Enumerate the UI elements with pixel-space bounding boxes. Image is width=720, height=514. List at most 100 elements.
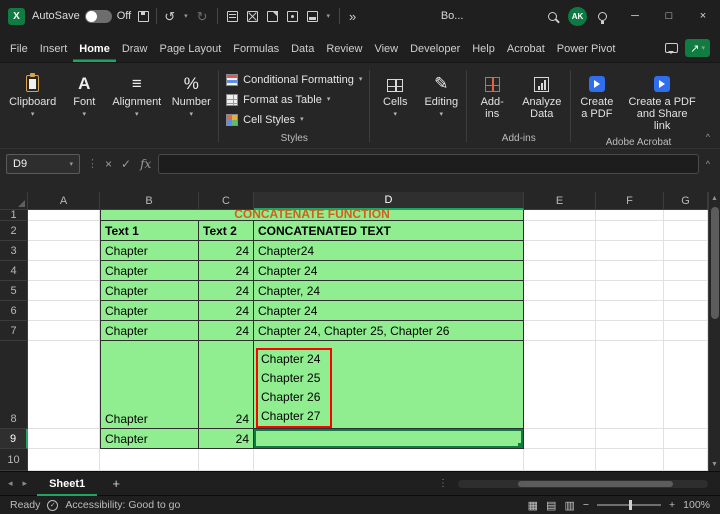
row-header-7[interactable]: 7 — [0, 321, 28, 341]
vertical-scroll-thumb[interactable] — [711, 207, 719, 319]
cell-G8[interactable] — [664, 341, 708, 429]
cell-F4[interactable] — [596, 261, 664, 281]
next-sheet-icon[interactable]: ▸ — [23, 478, 28, 489]
editing-group-button[interactable]: ✎ Editing ▾ — [418, 64, 464, 148]
cell-D10[interactable] — [254, 449, 524, 471]
scroll-down-icon[interactable]: ▼ — [711, 458, 718, 471]
name-box[interactable]: D9 ▾ — [6, 154, 80, 174]
cell-D9-selected[interactable] — [254, 429, 524, 449]
cell-G10[interactable] — [664, 449, 708, 471]
cell-F9[interactable] — [596, 429, 664, 449]
cells-group-button[interactable]: Cells ▾ — [372, 64, 418, 148]
cell-D8[interactable]: Chapter 24 Chapter 25 Chapter 26 Chapter… — [254, 341, 524, 429]
cell-A3[interactable] — [28, 241, 100, 261]
column-header-d[interactable]: D — [254, 192, 524, 210]
save-icon[interactable] — [138, 11, 149, 22]
cell-B8[interactable]: Chapter — [100, 341, 199, 429]
cell-A7[interactable] — [28, 321, 100, 341]
cell-B10[interactable] — [100, 449, 199, 471]
row-header-2[interactable]: 2 — [0, 221, 28, 241]
row-header-10[interactable]: 10 — [0, 449, 28, 471]
cut-icon[interactable] — [247, 11, 258, 22]
cell-A2[interactable] — [28, 221, 100, 241]
comments-icon[interactable] — [665, 43, 678, 53]
cell-F3[interactable] — [596, 241, 664, 261]
cell-G3[interactable] — [664, 241, 708, 261]
cell-E8[interactable] — [524, 341, 596, 429]
row-header-3[interactable]: 3 — [0, 241, 28, 261]
autosave-toggle[interactable]: AutoSave Off — [32, 10, 131, 23]
insert-function-icon[interactable]: fx — [140, 157, 151, 171]
cell-F8[interactable] — [596, 341, 664, 429]
create-pdf-share-button[interactable]: Create a PDF and Share link — [620, 70, 703, 134]
cell-A9[interactable] — [28, 429, 100, 449]
cell-E3[interactable] — [524, 241, 596, 261]
row-header-8[interactable]: 8 — [0, 341, 28, 429]
print-icon[interactable] — [307, 11, 318, 22]
row-header-1[interactable]: 1 — [0, 210, 28, 221]
select-all-button[interactable] — [0, 192, 28, 210]
number-group-button[interactable]: % Number ▾ — [166, 64, 216, 148]
analyze-data-button[interactable]: Analyze Data — [515, 70, 568, 122]
conditional-formatting-button[interactable]: Conditional Formatting ▾ — [221, 70, 367, 89]
cell-B5[interactable]: Chapter — [100, 281, 199, 301]
cell-D4[interactable]: Chapter 24 — [254, 261, 524, 281]
clipboard-group-button[interactable]: Clipboard ▾ — [4, 64, 61, 148]
cell-C7[interactable]: 24 — [199, 321, 254, 341]
vertical-scrollbar[interactable]: ▲ ▼ — [708, 192, 720, 471]
cell-E10[interactable] — [524, 449, 596, 471]
zoom-out-button[interactable]: − — [583, 499, 589, 511]
cell-E4[interactable] — [524, 261, 596, 281]
zoom-slider[interactable] — [597, 504, 661, 506]
column-header-a[interactable]: A — [28, 192, 100, 210]
cell-B9[interactable]: Chapter — [100, 429, 199, 449]
cell-G5[interactable] — [664, 281, 708, 301]
minimize-button[interactable]: ─ — [618, 0, 652, 32]
cancel-icon[interactable]: × — [105, 157, 112, 171]
zoom-slider-thumb[interactable] — [629, 500, 632, 510]
collapse-ribbon-icon[interactable]: ^ — [704, 132, 718, 148]
cell-F1[interactable] — [596, 210, 664, 221]
toolbar-overflow-icon[interactable]: » — [349, 10, 356, 23]
cell-E6[interactable] — [524, 301, 596, 321]
cell-A5[interactable] — [28, 281, 100, 301]
add-sheet-button[interactable]: + — [107, 476, 125, 491]
alignment-group-button[interactable]: ≡ Alignment ▾ — [107, 64, 166, 148]
tab-help[interactable]: Help — [466, 36, 501, 62]
cell-C8[interactable]: 24 — [199, 341, 254, 429]
page-layout-view-icon[interactable]: ▤ — [546, 499, 556, 512]
cell-G1[interactable] — [664, 210, 708, 221]
lightbulb-icon[interactable] — [598, 12, 607, 21]
zoom-in-button[interactable]: + — [669, 499, 675, 511]
cell-F5[interactable] — [596, 281, 664, 301]
account-avatar[interactable]: AK — [568, 7, 587, 26]
copy-icon[interactable] — [267, 11, 278, 22]
cell-G7[interactable] — [664, 321, 708, 341]
cell-C4[interactable]: 24 — [199, 261, 254, 281]
paste-icon[interactable] — [227, 11, 238, 22]
tab-draw[interactable]: Draw — [116, 36, 154, 62]
search-icon[interactable] — [548, 12, 557, 21]
scroll-up-icon[interactable]: ▲ — [711, 192, 718, 205]
close-button[interactable]: × — [686, 0, 720, 32]
format-painter-icon[interactable] — [287, 11, 298, 22]
tab-review[interactable]: Review — [320, 36, 368, 62]
cell-F6[interactable] — [596, 301, 664, 321]
cell-A6[interactable] — [28, 301, 100, 321]
cell-D2[interactable]: CONCATENATED TEXT — [254, 221, 524, 241]
column-header-e[interactable]: E — [524, 192, 596, 210]
tab-home[interactable]: Home — [73, 36, 116, 62]
tab-data[interactable]: Data — [285, 36, 320, 62]
scrollbar-splitter-icon[interactable]: ⋮ — [438, 478, 448, 489]
cell-E7[interactable] — [524, 321, 596, 341]
row-header-6[interactable]: 6 — [0, 301, 28, 321]
create-pdf-button[interactable]: Create a PDF — [573, 70, 620, 134]
cell-D3[interactable]: Chapter24 — [254, 241, 524, 261]
cell-C3[interactable]: 24 — [199, 241, 254, 261]
cell-C2[interactable]: Text 2 — [199, 221, 254, 241]
cell-G2[interactable] — [664, 221, 708, 241]
column-header-g[interactable]: G — [664, 192, 708, 210]
cell-A8[interactable] — [28, 341, 100, 429]
column-header-f[interactable]: F — [596, 192, 664, 210]
autosave-switch[interactable] — [85, 10, 112, 23]
